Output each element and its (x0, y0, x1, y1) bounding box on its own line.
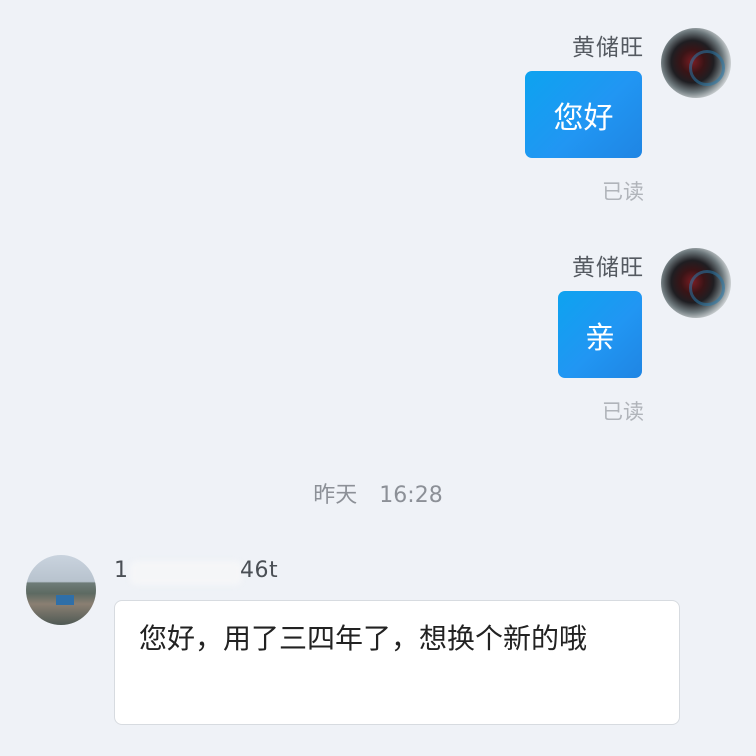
redaction-mask (130, 561, 242, 585)
user-avatar-icon[interactable] (661, 28, 731, 98)
contact-avatar-icon[interactable] (26, 555, 96, 625)
divider-day: 昨天 (313, 483, 358, 508)
contact-name: 1 46t (114, 558, 284, 588)
message-bubble-received[interactable]: 您好，用了三四年了，想换个新的哦 (114, 600, 680, 725)
message-bubble-sent[interactable]: 亲 (558, 291, 642, 378)
read-status: 已读 (602, 400, 644, 424)
read-status: 已读 (602, 180, 644, 204)
contact-name-prefix: 1 (114, 558, 129, 583)
time-divider: 昨天 16:28 (0, 477, 756, 509)
divider-time: 16:28 (379, 483, 443, 508)
message-bubble-sent[interactable]: 您好 (525, 71, 642, 158)
sender-name: 黄储旺 (572, 255, 644, 281)
sender-name: 黄储旺 (572, 35, 644, 61)
user-avatar-icon[interactable] (661, 248, 731, 318)
contact-name-suffix: 46t (240, 558, 279, 583)
